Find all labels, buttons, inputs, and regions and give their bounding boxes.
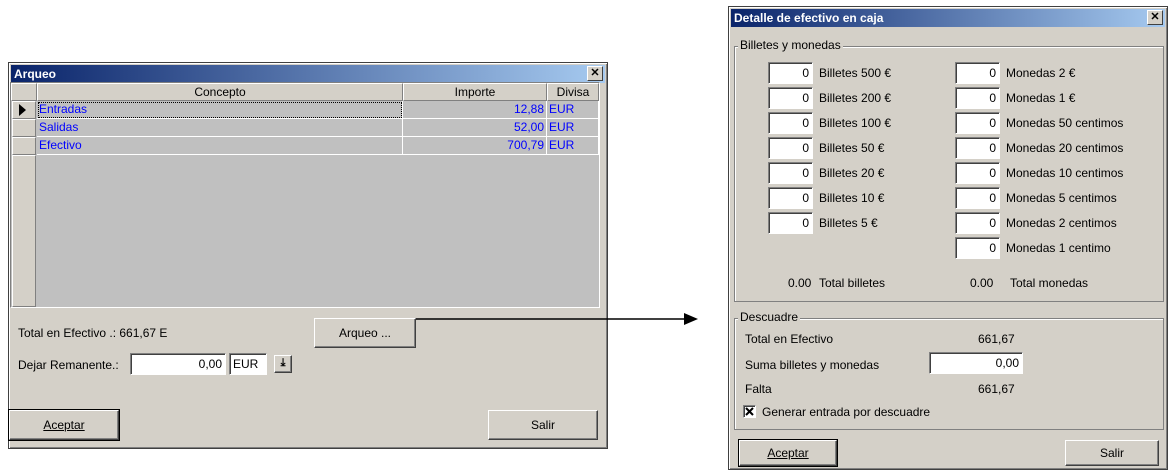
- billete-count-input[interactable]: 0: [768, 87, 813, 109]
- detalle-salir-button[interactable]: Salir: [1065, 440, 1159, 466]
- cell-importe[interactable]: 700,79: [403, 137, 547, 155]
- col-header-divisa[interactable]: Divisa: [547, 83, 599, 101]
- cell-concepto[interactable]: Salidas: [37, 119, 403, 137]
- arqueo-button[interactable]: Arqueo ...: [314, 318, 416, 348]
- col-header-concepto[interactable]: Concepto: [37, 83, 403, 101]
- moneda-count-input[interactable]: 0: [955, 87, 1000, 109]
- arqueo-salir-button[interactable]: Salir: [488, 410, 598, 440]
- generar-checkbox-label[interactable]: Generar entrada por descuadre: [762, 405, 930, 419]
- billete-label: Billetes 10 €: [819, 191, 885, 205]
- row-pointer-icon: [19, 104, 26, 116]
- moneda-label: Monedas 5 centimos: [1006, 191, 1117, 205]
- moneda-label: Monedas 20 centimos: [1006, 141, 1124, 155]
- cell-divisa[interactable]: EUR: [547, 119, 599, 137]
- cell-concepto[interactable]: Entradas: [37, 101, 403, 119]
- billete-count-input[interactable]: 0: [768, 112, 813, 134]
- arqueo-title: Arqueo: [14, 67, 56, 81]
- row-indicator[interactable]: [12, 137, 36, 155]
- billete-label: Billetes 20 €: [819, 166, 885, 180]
- moneda-count-input[interactable]: 0: [955, 237, 1000, 259]
- billete-count-input[interactable]: 0: [768, 212, 813, 234]
- detalle-title: Detalle de efectivo en caja: [734, 11, 884, 25]
- billete-count-input[interactable]: 0: [768, 137, 813, 159]
- billete-count-input[interactable]: 0: [768, 187, 813, 209]
- cell-concepto[interactable]: Efectivo: [37, 137, 403, 155]
- row-indicator[interactable]: [12, 119, 36, 137]
- descuadre-total-value: 661,67: [978, 332, 1015, 346]
- table-row[interactable]: Salidas 52,00 EUR: [37, 119, 599, 137]
- billete-label: Billetes 200 €: [819, 91, 892, 105]
- detalle-title-bar[interactable]: Detalle de efectivo en caja: [731, 9, 1165, 27]
- billete-label: Billetes 5 €: [819, 216, 878, 230]
- moneda-count-input[interactable]: 0: [955, 112, 1000, 134]
- detalle-aceptar-button[interactable]: Aceptar: [738, 439, 838, 467]
- arqueo-button-label: Arqueo ...: [338, 326, 392, 340]
- detalle-close-button[interactable]: ✕: [1147, 10, 1163, 25]
- moneda-count-input[interactable]: 0: [955, 62, 1000, 84]
- aceptar-label: Aceptar: [767, 446, 809, 460]
- cell-importe[interactable]: 12,88: [403, 101, 547, 119]
- arqueo-title-bar[interactable]: Arqueo: [11, 65, 605, 83]
- total-billetes-value: 0.00: [788, 276, 812, 290]
- moneda-label: Monedas 10 centimos: [1006, 166, 1124, 180]
- total-billetes-label: Total billetes: [819, 276, 886, 290]
- download-arrow-icon: ⤓: [280, 357, 286, 369]
- currency-dropdown-button[interactable]: ⤓: [274, 355, 292, 373]
- moneda-label: Monedas 2 centimos: [1006, 216, 1117, 230]
- suma-input[interactable]: 0,00: [929, 352, 1023, 374]
- col-header-importe[interactable]: Importe: [403, 83, 547, 101]
- falta-value: 661,67: [978, 382, 1015, 396]
- arqueo-grid: Concepto Importe Divisa Entradas 12,88 E…: [10, 82, 600, 308]
- billete-count-input[interactable]: 0: [768, 162, 813, 184]
- suma-label: Suma billetes y monedas: [745, 358, 880, 372]
- billete-count-input[interactable]: 0: [768, 62, 813, 84]
- dejar-remanente-input[interactable]: 0,00: [130, 353, 226, 375]
- cell-importe[interactable]: 52,00: [403, 119, 547, 137]
- row-indicator[interactable]: [12, 101, 36, 119]
- falta-label: Falta: [745, 382, 772, 396]
- billete-label: Billetes 50 €: [819, 141, 885, 155]
- grid-corner: [11, 83, 37, 101]
- moneda-label: Monedas 1 €: [1006, 91, 1076, 105]
- total-efectivo-label: Total en Efectivo .: 661,67 E: [18, 326, 168, 340]
- cell-divisa[interactable]: EUR: [547, 101, 599, 119]
- arqueo-close-button[interactable]: ✕: [587, 66, 603, 81]
- table-row[interactable]: Efectivo 700,79 EUR: [37, 137, 599, 155]
- descuadre-total-label: Total en Efectivo: [745, 332, 834, 346]
- moneda-label: Monedas 2 €: [1006, 66, 1076, 80]
- billete-label: Billetes 500 €: [819, 66, 892, 80]
- total-monedas-value: 0.00: [970, 276, 994, 290]
- billetes-monedas-group-title: Billetes y monedas: [738, 38, 843, 52]
- descuadre-group-title: Descuadre: [738, 310, 801, 324]
- moneda-label: Monedas 50 centimos: [1006, 116, 1124, 130]
- moneda-count-input[interactable]: 0: [955, 137, 1000, 159]
- cell-divisa[interactable]: EUR: [547, 137, 599, 155]
- check-mark-icon: [745, 407, 754, 416]
- moneda-label: Monedas 1 centimo: [1006, 241, 1111, 255]
- arqueo-aceptar-button[interactable]: Aceptar: [8, 409, 120, 441]
- billete-label: Billetes 100 €: [819, 116, 892, 130]
- table-row[interactable]: Entradas 12,88 EUR: [37, 101, 599, 119]
- salir-label: Salir: [1099, 446, 1124, 460]
- aceptar-label: Aceptar: [43, 418, 85, 432]
- dejar-remanente-label: Dejar Remanente.:: [18, 358, 119, 372]
- moneda-count-input[interactable]: 0: [955, 162, 1000, 184]
- total-monedas-label: Total monedas: [1010, 276, 1089, 290]
- moneda-count-input[interactable]: 0: [955, 187, 1000, 209]
- salir-label: Salir: [530, 418, 555, 432]
- currency-field[interactable]: EUR: [229, 353, 267, 375]
- row-indicator-empty: [12, 155, 36, 307]
- generar-checkbox[interactable]: [743, 405, 756, 418]
- moneda-count-input[interactable]: 0: [955, 212, 1000, 234]
